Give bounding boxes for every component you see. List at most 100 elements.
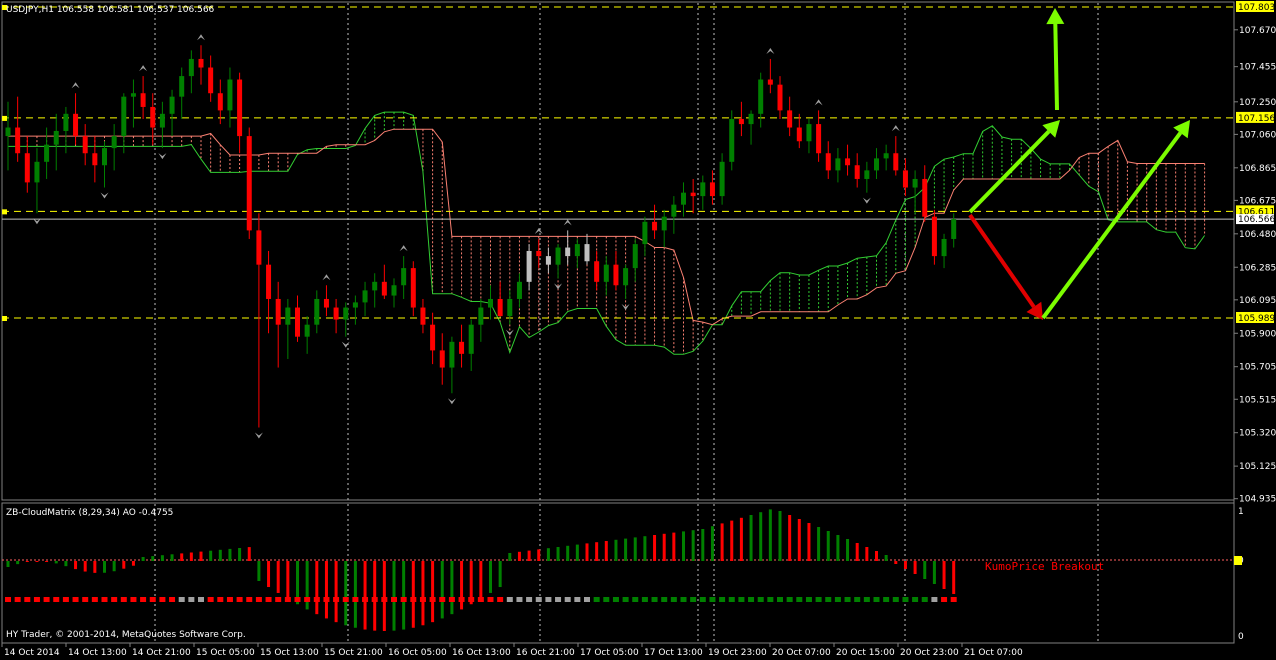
ao-bar: [170, 554, 174, 561]
ao-bar: [701, 529, 705, 561]
price-axis: 107.670 107.455 107.250 107.060 106.865 106.6…: [1234, 26, 1276, 505]
chart-window[interactable]: 107.803107.156106.611105.989106.566 107.…: [0, 0, 1276, 660]
price-tick-label: 107.455: [1239, 63, 1276, 73]
indicator-scale-top: 1: [1238, 507, 1244, 517]
candle-body: [536, 250, 542, 257]
arrow-rebound-up-head: [1173, 120, 1190, 139]
ao-bar: [739, 517, 743, 561]
candle-body: [671, 204, 677, 217]
price-tick-label: 107.060: [1239, 130, 1276, 140]
cloud-matrix-dot: [748, 597, 755, 602]
candle-body: [285, 307, 291, 325]
ao-bar: [334, 561, 338, 623]
time-tick-label: 15 Oct 21:00: [324, 648, 383, 658]
ao-bar: [517, 551, 521, 561]
fractal-up-marker: [814, 99, 823, 106]
cloud-matrix-dot: [632, 597, 639, 602]
ao-bar: [83, 561, 87, 572]
cloud-matrix-dot: [24, 597, 31, 602]
copyright-text: HY Trader, © 2001-2014, MetaQuotes Softw…: [6, 630, 246, 640]
cloud-matrix-dot: [603, 597, 610, 602]
cloud-matrix-dot: [130, 597, 137, 602]
candle-body: [700, 182, 706, 197]
price-tick-label: 106.095: [1239, 296, 1276, 306]
cloud-matrix-dot: [294, 597, 301, 602]
candle-body: [102, 148, 107, 166]
ao-bar: [575, 544, 579, 561]
cloud-matrix-dot: [217, 597, 224, 602]
candle-body: [912, 178, 918, 188]
cloud-matrix-dot: [410, 597, 417, 602]
time-tick-label: 14 Oct 2014: [4, 648, 60, 658]
ao-bar: [131, 561, 135, 566]
candle-body: [314, 298, 320, 325]
candle-body: [816, 124, 822, 154]
ao-bar: [74, 561, 78, 570]
ao-bar: [749, 515, 753, 561]
ao-bar: [267, 561, 271, 588]
ao-bar: [305, 561, 309, 610]
candle-body: [217, 93, 223, 111]
candle-body: [401, 268, 407, 286]
cloud-matrix-dot: [699, 597, 706, 602]
fractal-down-marker: [341, 341, 350, 348]
candle-body: [883, 153, 889, 159]
candle-body: [372, 281, 378, 291]
candle-body: [159, 113, 165, 128]
ao-bar: [691, 530, 695, 561]
cloud-matrix-dot: [950, 597, 957, 602]
ao-bar: [382, 561, 386, 631]
kumo-breakout-label: KumoPrice Breakout: [985, 560, 1104, 573]
cloud-matrix-dot: [815, 597, 822, 602]
ao-bar: [257, 561, 261, 581]
ao-bar: [836, 535, 840, 561]
fractal-down-marker: [862, 197, 871, 204]
cloud-matrix-dot: [497, 597, 504, 602]
forecast-arrows: [968, 8, 1190, 320]
candle-body: [208, 67, 214, 94]
ao-bar: [160, 555, 164, 561]
fractal-up-marker: [563, 219, 572, 226]
cloud-matrix-dot: [169, 597, 176, 602]
ao-bar: [604, 541, 608, 561]
cloud-matrix-dot: [304, 597, 311, 602]
candle-body: [594, 261, 600, 282]
cloud-matrix-dot: [323, 597, 330, 602]
arrow-up-to-107156-shaft: [968, 130, 1051, 214]
ao-bar: [373, 561, 377, 631]
candle-body: [227, 79, 233, 111]
cloud-matrix-dot: [584, 597, 590, 602]
ao-bar: [546, 548, 550, 561]
indicator-scale-bottom: 0: [1238, 632, 1244, 642]
cloud-matrix-dot: [912, 597, 919, 602]
ao-bar: [315, 561, 319, 615]
level-handle: [2, 115, 7, 121]
time-tick-label: 20 Oct 15:00: [836, 648, 895, 658]
fractal-down-marker: [158, 153, 167, 160]
ao-bar: [276, 561, 280, 593]
cloud-matrix-dot: [844, 597, 851, 602]
candle-body: [574, 244, 580, 257]
zero-level-marker: [1234, 556, 1242, 565]
ao-bar: [209, 550, 213, 561]
fractal-down-marker: [254, 432, 263, 439]
candle-body: [92, 153, 98, 166]
candle-body: [719, 161, 725, 197]
fractal-up-marker: [766, 47, 775, 54]
ao-bar: [595, 542, 599, 561]
arrow-up-to-107803-shaft: [1053, 23, 1059, 111]
ao-bar: [817, 527, 821, 561]
cloud-matrix-dot: [275, 597, 282, 602]
cloud-matrix-dot: [468, 597, 475, 602]
candle-body: [941, 238, 947, 257]
cloud-matrix-dot: [188, 597, 195, 602]
candle-body: [246, 136, 252, 231]
cloud-matrix-dot: [651, 597, 658, 602]
candle-body: [902, 170, 908, 188]
ao-bar: [932, 561, 936, 584]
candle-body: [555, 247, 561, 265]
ao-bar: [672, 532, 676, 561]
cloud-matrix-dot: [400, 597, 407, 602]
candle-body: [82, 136, 88, 154]
ao-bar: [25, 561, 29, 562]
